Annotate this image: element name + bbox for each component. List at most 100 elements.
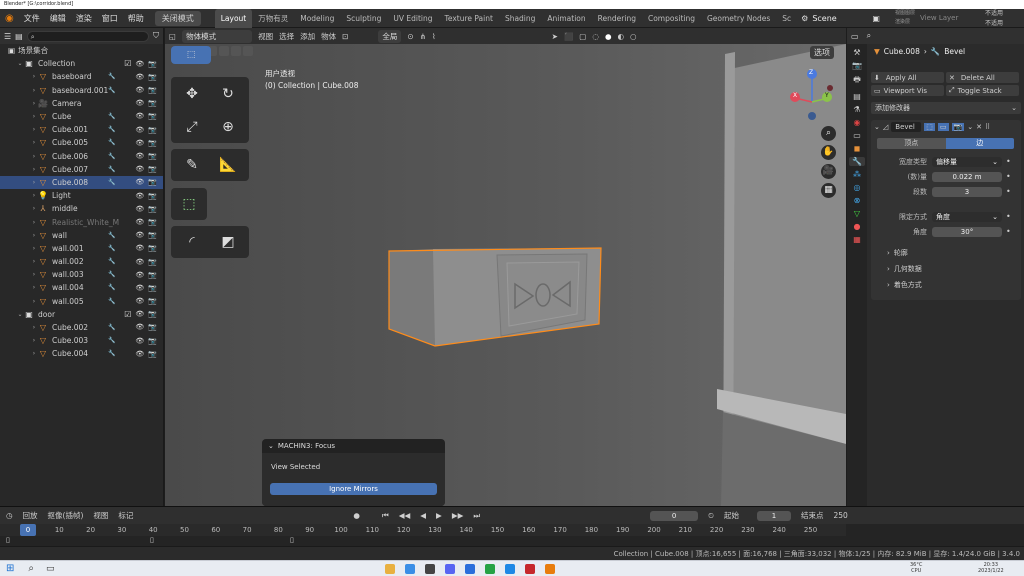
tab-edges[interactable]: 边 [945, 138, 1014, 149]
render-tab-icon[interactable]: 📷 [852, 61, 862, 70]
outliner-object-row[interactable]: › ▽ wall.001 👁 📷 🔧 [0, 242, 163, 255]
tab-vertices[interactable]: 顶点 [877, 138, 946, 149]
app-icon-8[interactable] [524, 563, 535, 574]
add-cube-tool[interactable]: ⬚ [171, 188, 207, 220]
eye-icon[interactable]: 👁 [135, 165, 144, 173]
modifier-wrench-icon[interactable]: 🔧 [108, 337, 115, 344]
prev-key-icon[interactable]: ◀◀ [399, 511, 411, 520]
camera-render-icon[interactable]: 📷 [148, 112, 157, 120]
menu-marker[interactable]: 标记 [118, 510, 133, 521]
eye-icon[interactable]: 👁 [135, 258, 144, 266]
geometry-section[interactable]: › 几何数据 [871, 261, 1021, 277]
viewport-toggle-icon[interactable]: ▭ [937, 123, 949, 131]
tool-select[interactable]: ⬚ [171, 46, 211, 64]
toggle-stack-button[interactable]: ⤢ Toggle Stack [946, 85, 1019, 96]
apply-all-button[interactable]: ⬇ Apply All [871, 72, 944, 83]
chevron-right-icon[interactable]: › [30, 219, 38, 226]
chevron-right-icon[interactable]: › [30, 166, 38, 173]
modifier-wrench-icon[interactable]: 🔧 [108, 232, 115, 239]
editmode-toggle-icon[interactable]: ⬚ [924, 123, 935, 131]
scene-collection-row[interactable]: ▣ 场景集合 [0, 44, 163, 57]
app-icon-6[interactable] [484, 563, 495, 574]
chevron-right-icon[interactable]: › [30, 271, 38, 278]
chevron-right-icon[interactable]: › [30, 126, 38, 133]
chevron-right-icon[interactable]: › [30, 113, 38, 120]
viewport-editor-icon[interactable]: ◱ [169, 32, 176, 41]
menu-timeline-view[interactable]: 视图 [93, 510, 108, 521]
mode-select[interactable]: 物体模式 [182, 29, 253, 43]
collapse-chevron-icon[interactable]: ⌄ [874, 123, 880, 131]
eye-icon[interactable]: 👁 [135, 297, 144, 305]
camera-render-icon[interactable]: 📷 [148, 165, 157, 173]
ignore-mirrors-button[interactable]: Ignore Mirrors [270, 483, 437, 495]
play-reverse-icon[interactable]: ◀ [420, 511, 426, 520]
menu-keying[interactable]: 抠像(插帧) [48, 510, 84, 521]
modifier-wrench-icon[interactable]: 🔧 [108, 298, 115, 305]
outliner-object-row[interactable]: › ▽ Cube.007 👁 📷 🔧 [0, 163, 163, 176]
eye-icon[interactable]: 👁 [135, 284, 144, 292]
viewport-gizmo-icon[interactable]: ➤ [552, 32, 558, 41]
outliner-object-row[interactable]: › ▽ Cube.005 👁 📷 🔧 [0, 136, 163, 149]
camera-render-icon[interactable]: 📷 [148, 310, 157, 318]
expand-chevron-icon[interactable]: ⌄ [16, 60, 24, 67]
select-invert-icon[interactable] [231, 46, 241, 56]
camera-render-icon[interactable]: 📷 [148, 73, 157, 81]
outliner-object-row[interactable]: › ▽ Cube 👁 📷 🔧 [0, 110, 163, 123]
tab-geometry-nodes[interactable]: Geometry Nodes [701, 9, 776, 28]
outliner-object-row[interactable]: › ▽ wall.003 👁 📷 🔧 [0, 268, 163, 281]
proportional-icon[interactable]: ⌇ [432, 32, 436, 41]
eye-icon[interactable]: 👁 [135, 231, 144, 239]
camera-render-icon[interactable]: 📷 [148, 284, 157, 292]
modifier-wrench-icon[interactable]: 🔧 [108, 179, 115, 186]
menu-view[interactable]: 视图 [258, 31, 273, 42]
modifier-wrench-icon[interactable]: 🔧 [108, 350, 115, 357]
modifier-wrench-icon[interactable]: 🔧 [108, 271, 115, 278]
clock-icon[interactable]: ⏲ [708, 511, 714, 521]
particles-tab-icon[interactable]: ⁂ [853, 170, 861, 179]
object-type-icon[interactable]: ⊡ [342, 32, 348, 41]
chevron-right-icon[interactable]: › [30, 350, 38, 357]
modifier-wrench-icon[interactable]: 🔧 [108, 87, 115, 94]
tool-tab-icon[interactable]: ⚒ [853, 48, 860, 57]
view-layer-name[interactable]: View Layer [920, 14, 958, 22]
constraints-tab-icon[interactable]: ⊗ [854, 196, 861, 205]
scale-icon[interactable]: ⤢ [174, 119, 210, 135]
play-icon[interactable]: ▶ [436, 511, 442, 520]
blender-taskbar-icon[interactable] [544, 563, 555, 574]
outliner-object-row[interactable]: › ▽ wall 👁 📷 🔧 [0, 229, 163, 242]
eye-icon[interactable]: 👁 [135, 99, 144, 107]
outliner-object-row[interactable]: › 🎥 Camera 👁 📷 [0, 97, 163, 110]
eye-icon[interactable]: 👁 [135, 337, 144, 345]
camera-render-icon[interactable]: 📷 [148, 337, 157, 345]
add-modifier-button[interactable]: 添加修改器 ⌄ [871, 102, 1021, 114]
limit-method-select[interactable]: 角度 ⌄ [932, 211, 1002, 222]
xray-icon[interactable]: ▢ [579, 32, 586, 41]
modifier-tab-icon[interactable]: 🔧 [849, 157, 865, 166]
taskbar-search-icon[interactable]: ⌕ [28, 563, 34, 574]
modifier-wrench-icon[interactable]: 🔧 [108, 113, 115, 120]
modifier-wrench-icon[interactable]: 🔧 [108, 245, 115, 252]
eye-icon[interactable]: 👁 [135, 205, 144, 213]
camera-render-icon[interactable]: 📷 [148, 139, 157, 147]
amount-field[interactable]: 0.022 m [932, 171, 1002, 182]
scene-tab-icon[interactable]: ⚗ [853, 105, 860, 114]
texture-tab-icon[interactable]: ▦ [853, 235, 861, 244]
keyframe-dot-icon[interactable]: • [1006, 157, 1011, 166]
app-icon-7[interactable] [504, 563, 515, 574]
outliner-object-row[interactable]: › ⅄ middle 👁 📷 [0, 202, 163, 215]
annotate-icon[interactable]: ✎ [174, 157, 210, 173]
physics-tab-icon[interactable]: ◎ [854, 183, 861, 192]
camera-render-icon[interactable]: 📷 [148, 271, 157, 279]
measure-icon[interactable]: 📐 [210, 157, 246, 173]
chevron-right-icon[interactable]: › [30, 324, 38, 331]
modifier-wrench-icon[interactable]: 🔧 [108, 284, 115, 291]
outliner-object-row[interactable]: › ▽ Cube.006 👁 📷 🔧 [0, 150, 163, 163]
eye-icon[interactable]: 👁 [135, 86, 144, 94]
camera-render-icon[interactable]: 📷 [148, 60, 157, 68]
start-frame-field[interactable]: 1 [756, 510, 791, 521]
bevel-tool-icon[interactable]: ◜ [174, 234, 210, 250]
menu-window[interactable]: 窗口 [97, 9, 123, 28]
menu-add[interactable]: 添加 [300, 31, 315, 42]
outliner-object-row[interactable]: › 💡 Light 👁 📷 [0, 189, 163, 202]
outliner-object-row[interactable]: › ▽ baseboard.001 👁 📷 🔧 [0, 84, 163, 97]
